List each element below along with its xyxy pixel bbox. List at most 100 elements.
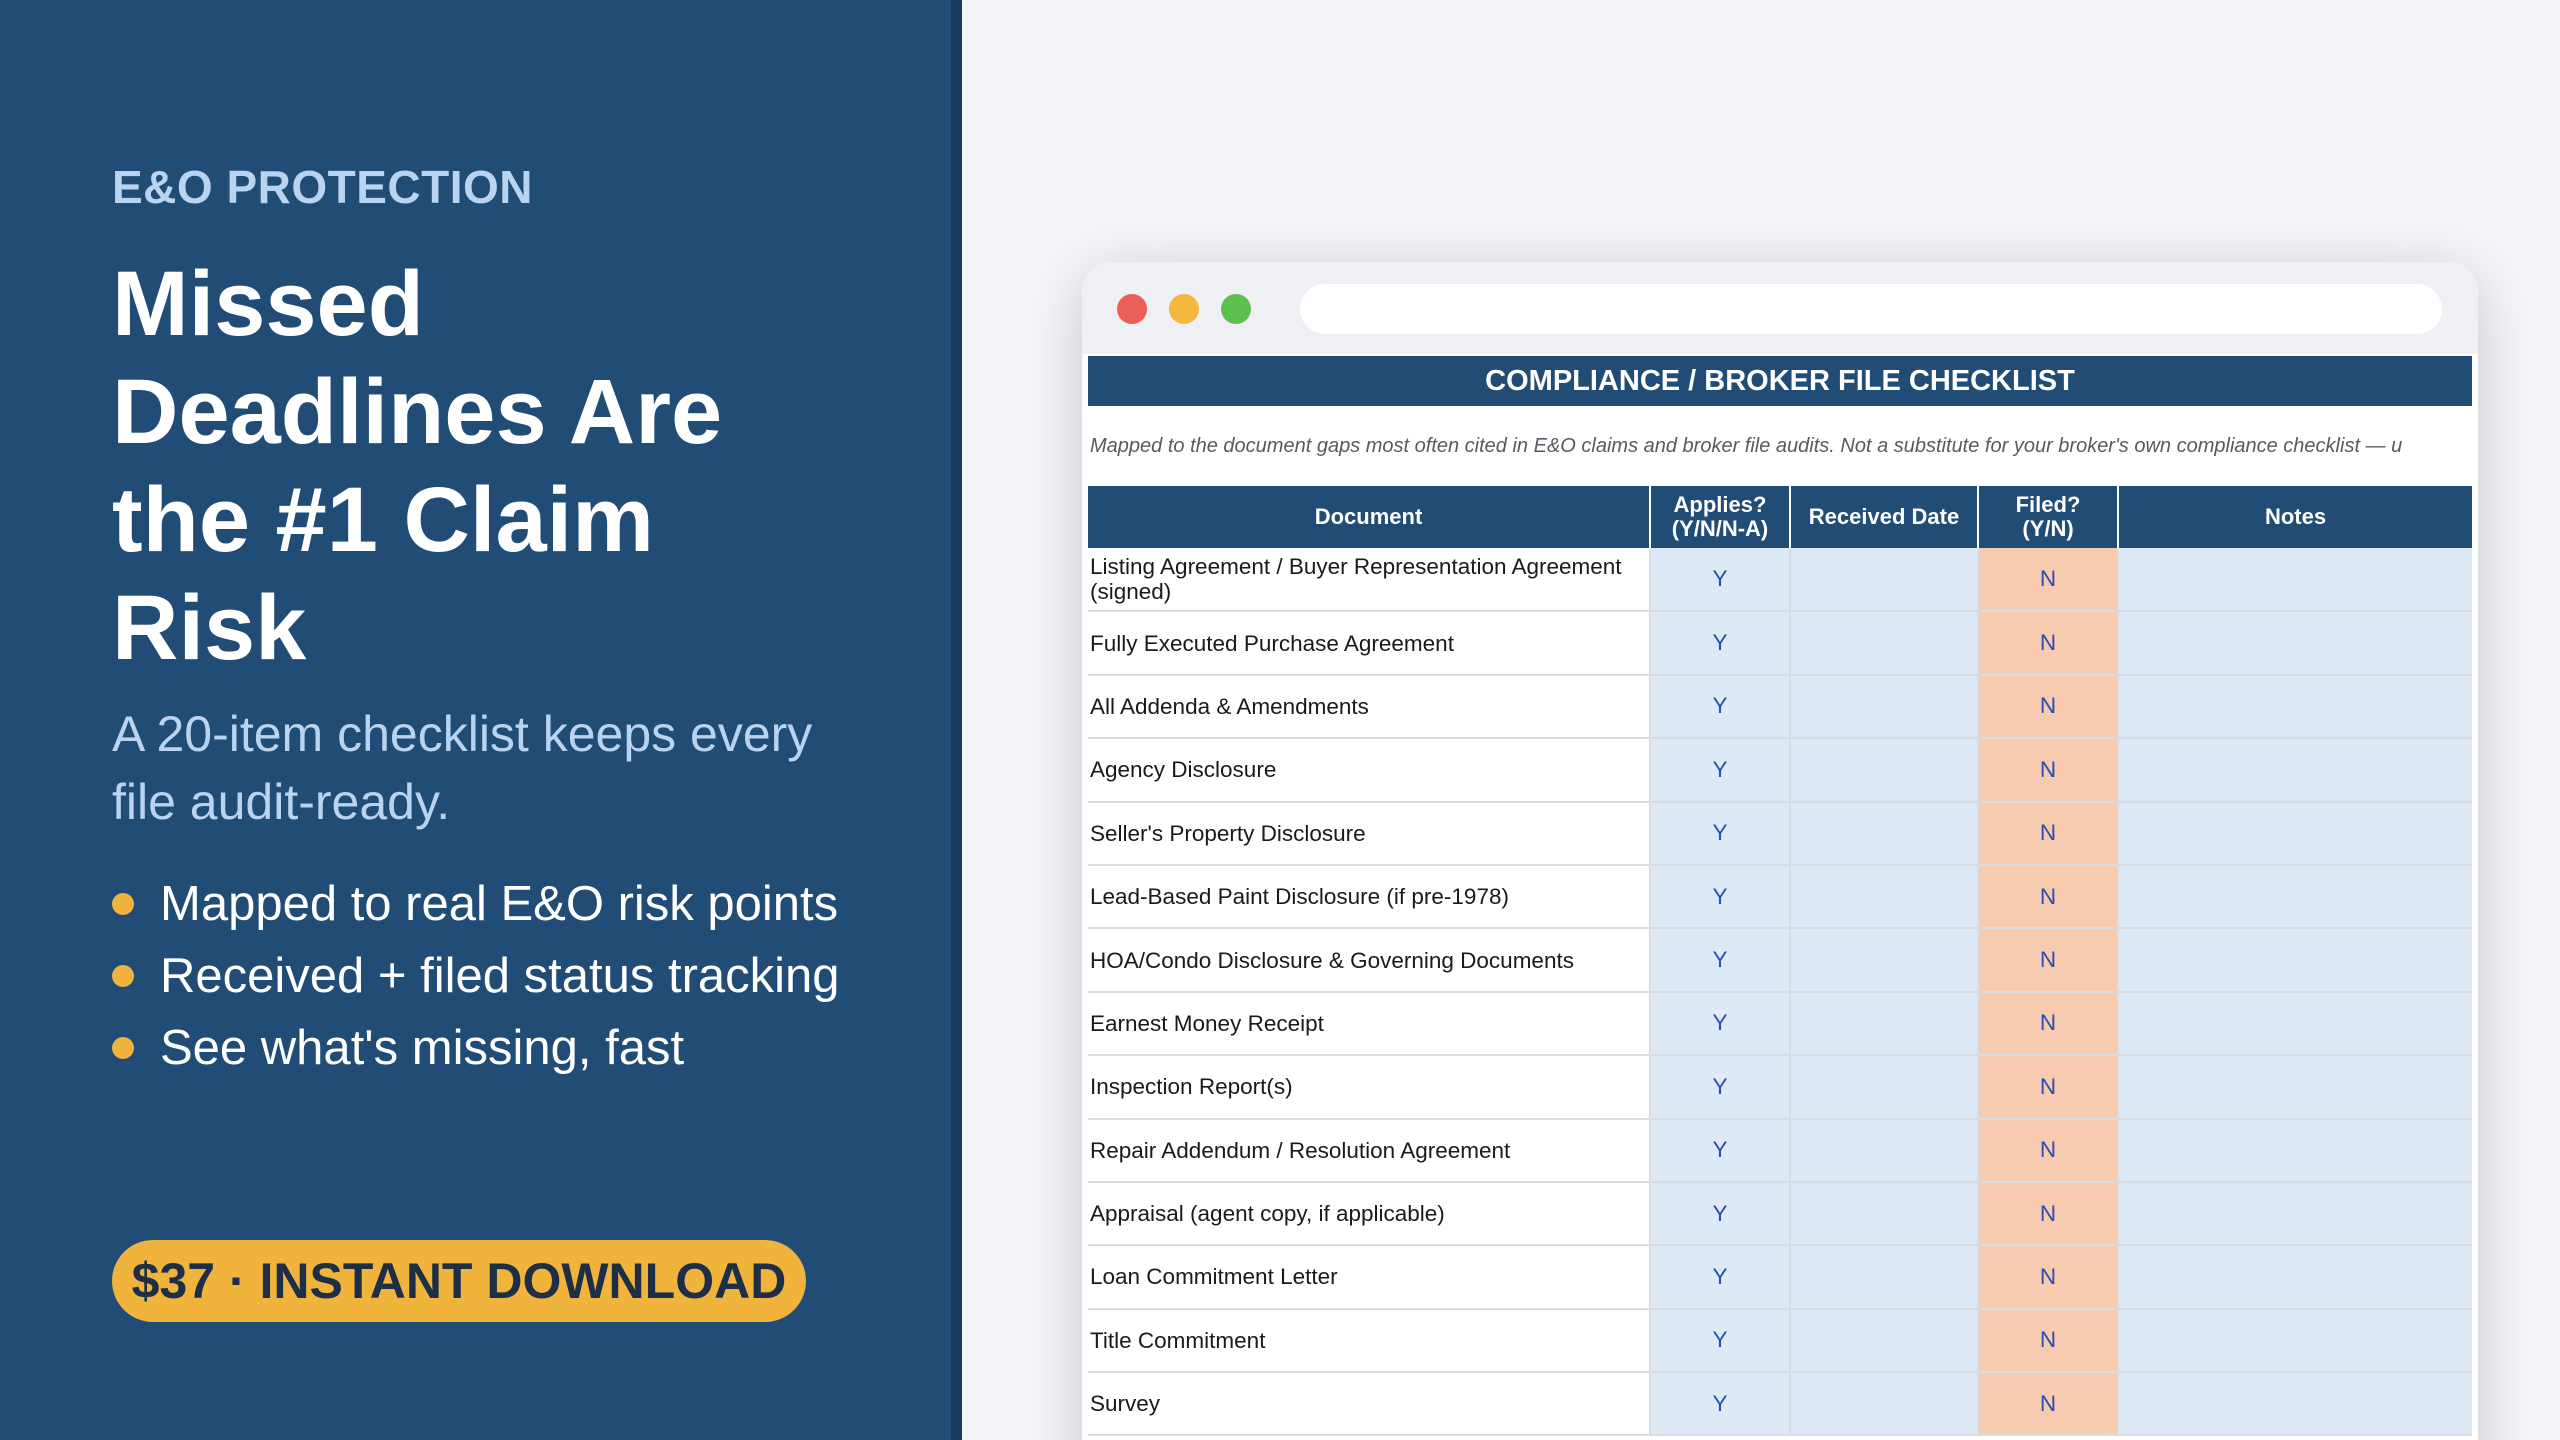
bullet-dot-icon xyxy=(112,965,134,987)
cell-notes[interactable] xyxy=(2118,864,2472,930)
cell-notes[interactable] xyxy=(2118,738,2472,803)
column-header-line: (Y/N) xyxy=(2022,516,2074,541)
column-header-line: Applies? xyxy=(1673,492,1767,517)
cell-applies[interactable]: Y xyxy=(1650,548,1791,613)
cell-filed[interactable]: N xyxy=(1978,1055,2119,1120)
close-window-icon[interactable] xyxy=(1117,294,1147,324)
cell-filed[interactable]: N xyxy=(1978,611,2119,676)
cell-notes[interactable] xyxy=(2118,1308,2472,1374)
cell-notes[interactable] xyxy=(2118,1245,2472,1310)
cell-document[interactable]: Inspection Report(s) xyxy=(1088,1055,1651,1120)
cell-document[interactable]: Lead-Based Paint Disclosure (if pre-1978… xyxy=(1088,864,1651,930)
panel-divider xyxy=(951,0,962,1440)
address-bar[interactable] xyxy=(1300,284,2442,334)
cell-applies[interactable]: Y xyxy=(1650,864,1791,930)
cell-applies[interactable]: Y xyxy=(1650,1055,1791,1120)
cell-filed[interactable]: N xyxy=(1978,1245,2119,1310)
cell-filed[interactable]: N xyxy=(1978,801,2119,866)
cell-applies[interactable]: Y xyxy=(1650,1308,1791,1374)
cell-received-date[interactable] xyxy=(1790,1055,1979,1120)
cell-document[interactable]: Loan Commitment Letter xyxy=(1088,1245,1651,1310)
column-header-line: Filed? xyxy=(2015,492,2081,517)
cell-notes[interactable] xyxy=(2118,801,2472,866)
cell-document[interactable]: All Addenda & Amendments xyxy=(1088,674,1651,740)
cell-applies[interactable]: Y xyxy=(1650,1181,1791,1247)
cell-notes[interactable] xyxy=(2118,1118,2472,1183)
sheet-title: COMPLIANCE / BROKER FILE CHECKLIST xyxy=(1088,356,2472,406)
cell-notes[interactable] xyxy=(2118,548,2472,613)
promo-panel: E&O PROTECTION Missed Deadlines Are the … xyxy=(0,0,951,1440)
bullet-dot-icon xyxy=(112,893,134,915)
buy-button[interactable]: $37 · INSTANT DOWNLOAD xyxy=(112,1240,806,1322)
cell-document[interactable]: Repair Addendum / Resolution Agreement xyxy=(1088,1118,1651,1183)
cell-notes[interactable] xyxy=(2118,674,2472,740)
cell-notes[interactable] xyxy=(2118,1372,2472,1437)
cell-filed[interactable]: N xyxy=(1978,548,2119,613)
cell-received-date[interactable] xyxy=(1790,611,1979,676)
cell-filed[interactable]: N xyxy=(1978,674,2119,740)
table-row: Loan Commitment Letter Y N xyxy=(1088,1245,2472,1310)
column-header-applies: Applies? (Y/N/N-A) xyxy=(1650,486,1791,548)
cell-applies[interactable]: Y xyxy=(1650,674,1791,740)
table-row: Title Commitment Y N xyxy=(1088,1308,2472,1374)
feature-text: Received + filed status tracking xyxy=(160,949,840,1003)
eyebrow-label: E&O PROTECTION xyxy=(112,161,534,213)
table-row: Seller's Property Disclosure Y N xyxy=(1088,801,2472,866)
cell-document[interactable]: Survey xyxy=(1088,1372,1651,1437)
table-row: Listing Agreement / Buyer Representation… xyxy=(1088,548,2472,613)
cell-document[interactable]: HOA/Condo Disclosure & Governing Documen… xyxy=(1088,928,1651,993)
cell-filed[interactable]: N xyxy=(1978,1181,2119,1247)
sheet-note: Mapped to the document gaps most often c… xyxy=(1090,434,2403,457)
cell-received-date[interactable] xyxy=(1790,674,1979,740)
cell-received-date[interactable] xyxy=(1790,928,1979,993)
cell-notes[interactable] xyxy=(2118,1181,2472,1247)
cell-applies[interactable]: Y xyxy=(1650,738,1791,803)
cell-received-date[interactable] xyxy=(1790,738,1979,803)
cell-received-date[interactable] xyxy=(1790,1181,1979,1247)
headline: Missed Deadlines Are the #1 Claim Risk xyxy=(112,253,723,679)
cell-received-date[interactable] xyxy=(1790,1308,1979,1374)
table-row: HOA/Condo Disclosure & Governing Documen… xyxy=(1088,928,2472,993)
cell-document[interactable]: Earnest Money Receipt xyxy=(1088,991,1651,1057)
column-header-received: Received Date xyxy=(1790,486,1979,548)
cell-notes[interactable] xyxy=(2118,1055,2472,1120)
cell-applies[interactable]: Y xyxy=(1650,1372,1791,1437)
cell-document[interactable]: Listing Agreement / Buyer Representation… xyxy=(1088,548,1651,613)
cell-filed[interactable]: N xyxy=(1978,1372,2119,1437)
cell-filed[interactable]: N xyxy=(1978,1118,2119,1183)
cell-document[interactable]: Appraisal (agent copy, if applicable) xyxy=(1088,1181,1651,1247)
cell-applies[interactable]: Y xyxy=(1650,1118,1791,1183)
maximize-window-icon[interactable] xyxy=(1221,294,1251,324)
cell-applies[interactable]: Y xyxy=(1650,1245,1791,1310)
cell-applies[interactable]: Y xyxy=(1650,991,1791,1057)
cell-filed[interactable]: N xyxy=(1978,1308,2119,1374)
feature-text: Mapped to real E&O risk points xyxy=(160,877,839,931)
cell-applies[interactable]: Y xyxy=(1650,801,1791,866)
cell-document[interactable]: Fully Executed Purchase Agreement xyxy=(1088,611,1651,676)
minimize-window-icon[interactable] xyxy=(1169,294,1199,324)
cell-received-date[interactable] xyxy=(1790,548,1979,613)
cell-received-date[interactable] xyxy=(1790,1118,1979,1183)
cell-notes[interactable] xyxy=(2118,991,2472,1057)
cell-applies[interactable]: Y xyxy=(1650,928,1791,993)
feature-item: Mapped to real E&O risk points xyxy=(112,868,840,940)
cell-notes[interactable] xyxy=(2118,611,2472,676)
cell-notes[interactable] xyxy=(2118,928,2472,993)
cell-received-date[interactable] xyxy=(1790,801,1979,866)
table-row: Survey Y N xyxy=(1088,1372,2472,1437)
cell-filed[interactable]: N xyxy=(1978,928,2119,993)
table-row: Fully Executed Purchase Agreement Y N xyxy=(1088,611,2472,676)
cell-received-date[interactable] xyxy=(1790,864,1979,930)
cell-document[interactable]: Title Commitment xyxy=(1088,1308,1651,1374)
cell-received-date[interactable] xyxy=(1790,1245,1979,1310)
cell-applies[interactable]: Y xyxy=(1650,611,1791,676)
cell-document[interactable]: Seller's Property Disclosure xyxy=(1088,801,1651,866)
browser-titlebar xyxy=(1082,262,2478,354)
cell-document[interactable]: Agency Disclosure xyxy=(1088,738,1651,803)
cell-filed[interactable]: N xyxy=(1978,738,2119,803)
cell-filed[interactable]: N xyxy=(1978,864,2119,930)
cell-received-date[interactable] xyxy=(1790,991,1979,1057)
cell-received-date[interactable] xyxy=(1790,1372,1979,1437)
column-header-filed: Filed? (Y/N) xyxy=(1978,486,2119,548)
cell-filed[interactable]: N xyxy=(1978,991,2119,1057)
